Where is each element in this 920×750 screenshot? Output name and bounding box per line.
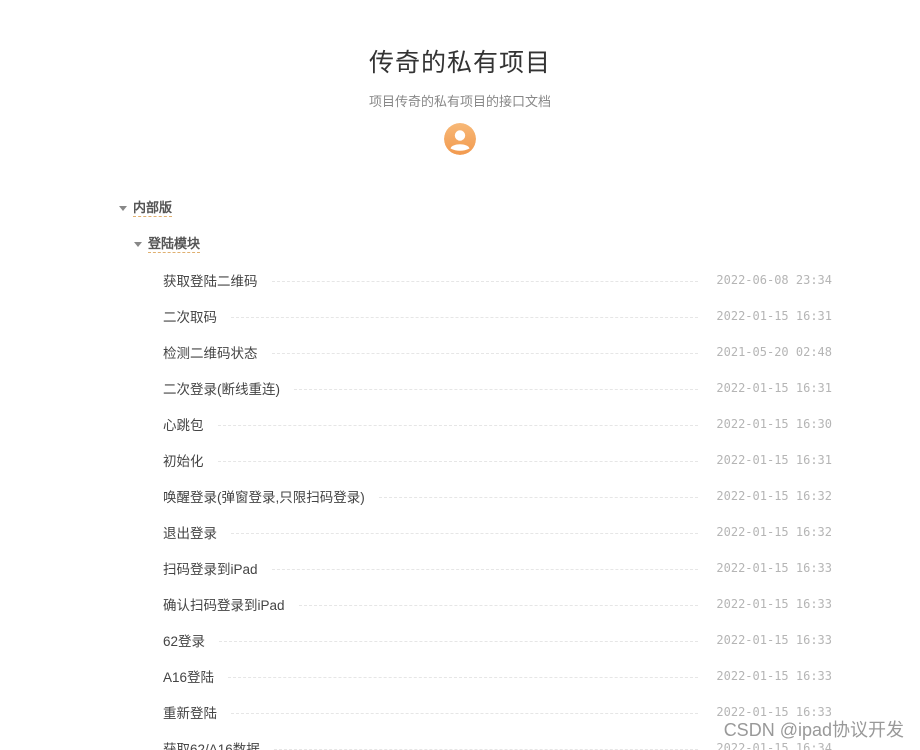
api-item-updated-time: 2022-01-15 16:33 [716, 633, 832, 647]
api-item-label: 二次取码 [163, 310, 217, 325]
api-item-label: 检测二维码状态 [163, 346, 258, 361]
api-item-label: 初始化 [163, 454, 204, 469]
api-list: 获取登陆二维码 2022-06-08 23:34 二次取码 2022-01-15 16… [0, 262, 920, 750]
api-list-item[interactable]: 获取登陆二维码 2022-06-08 23:34 [0, 262, 832, 298]
api-list-item[interactable]: 确认扫码登录到iPad 2022-01-15 16:33 [0, 586, 832, 622]
project-header: 传奇的私有项目 项目传奇的私有项目的接口文档 [0, 0, 920, 155]
api-item-updated-time: 2022-01-15 16:33 [716, 669, 832, 683]
dotted-leader [273, 748, 699, 750]
api-item-updated-time: 2022-01-15 16:30 [716, 417, 832, 431]
tree-group-label: 内部版 [133, 200, 173, 217]
dotted-leader [298, 604, 699, 606]
watermark: CSDN @ipad协议开发 [721, 716, 906, 742]
api-item-updated-time: 2022-01-15 16:32 [716, 489, 832, 503]
dotted-leader [228, 676, 699, 678]
project-title: 传奇的私有项目 [368, 49, 551, 77]
api-tree: 内部版 登陆模块 获取登陆二维码 2022-06-08 23:34 二次取码 2022… [0, 190, 920, 750]
dotted-leader [231, 712, 699, 714]
dotted-leader [217, 460, 699, 462]
dotted-leader [219, 640, 699, 642]
api-list-item[interactable]: 重新登陆 2022-01-15 16:33 [0, 694, 832, 730]
api-item-label: 退出登录 [163, 526, 217, 541]
api-item-label: 确认扫码登录到iPad [163, 598, 285, 613]
tree-group-login-module[interactable]: 登陆模块 [0, 226, 920, 262]
dotted-leader [378, 496, 699, 498]
avatar-user-icon[interactable] [444, 123, 476, 155]
api-item-updated-time: 2022-01-15 16:31 [716, 453, 832, 467]
api-list-item[interactable]: 62登录 2022-01-15 16:33 [0, 622, 832, 658]
api-list-item[interactable]: A16登陆 2022-01-15 16:33 [0, 658, 832, 694]
api-item-updated-time: 2022-01-15 16:33 [716, 561, 832, 575]
api-item-updated-time: 2022-01-15 16:34 [716, 741, 832, 750]
api-list-item[interactable]: 二次取码 2022-01-15 16:31 [0, 298, 832, 334]
tree-group-label: 登陆模块 [148, 236, 201, 253]
tree-group-internal[interactable]: 内部版 [0, 190, 920, 226]
api-item-label: 唤醒登录(弹窗登录,只限扫码登录) [163, 490, 365, 505]
api-item-updated-time: 2022-01-15 16:32 [716, 525, 832, 539]
dotted-leader [231, 532, 699, 534]
api-item-label: 二次登录(断线重连) [163, 382, 280, 397]
api-list-item[interactable]: 扫码登录到iPad 2022-01-15 16:33 [0, 550, 832, 586]
dotted-leader [271, 280, 699, 282]
caret-down-icon[interactable] [134, 241, 142, 247]
dotted-leader [217, 424, 699, 426]
api-item-label: 心跳包 [163, 418, 204, 433]
api-item-updated-time: 2021-05-20 02:48 [716, 345, 832, 359]
api-list-item[interactable]: 初始化 2022-01-15 16:31 [0, 442, 832, 478]
api-item-label: 扫码登录到iPad [163, 562, 258, 577]
api-item-label: 62登录 [163, 634, 206, 649]
api-item-updated-time: 2022-01-15 16:31 [716, 309, 832, 323]
api-list-item[interactable]: 二次登录(断线重连) 2022-01-15 16:31 [0, 370, 832, 406]
dotted-leader [294, 388, 699, 390]
caret-down-icon[interactable] [119, 205, 127, 211]
api-list-item[interactable]: 心跳包 2022-01-15 16:30 [0, 406, 832, 442]
dotted-leader [231, 316, 699, 318]
api-list-item[interactable]: 唤醒登录(弹窗登录,只限扫码登录) 2022-01-15 16:32 [0, 478, 832, 514]
api-item-label: A16登陆 [163, 670, 215, 685]
project-subtitle: 项目传奇的私有项目的接口文档 [368, 94, 551, 109]
api-item-updated-time: 2022-01-15 16:33 [716, 597, 832, 611]
doc-page: 传奇的私有项目 项目传奇的私有项目的接口文档 内部版 登陆模块 获取登陆二维码 2… [0, 0, 920, 750]
api-item-label: 重新登陆 [163, 706, 217, 721]
dotted-leader [271, 568, 699, 570]
api-item-updated-time: 2022-01-15 16:31 [716, 381, 832, 395]
api-item-label: 获取登陆二维码 [163, 274, 258, 289]
api-item-label: 获取62/A16数据 [163, 742, 260, 750]
dotted-leader [271, 352, 699, 354]
api-item-updated-time: 2022-06-08 23:34 [716, 273, 832, 287]
api-list-item[interactable]: 获取62/A16数据 2022-01-15 16:34 [0, 730, 832, 750]
api-list-item[interactable]: 退出登录 2022-01-15 16:32 [0, 514, 832, 550]
api-list-item[interactable]: 检测二维码状态 2021-05-20 02:48 [0, 334, 832, 370]
